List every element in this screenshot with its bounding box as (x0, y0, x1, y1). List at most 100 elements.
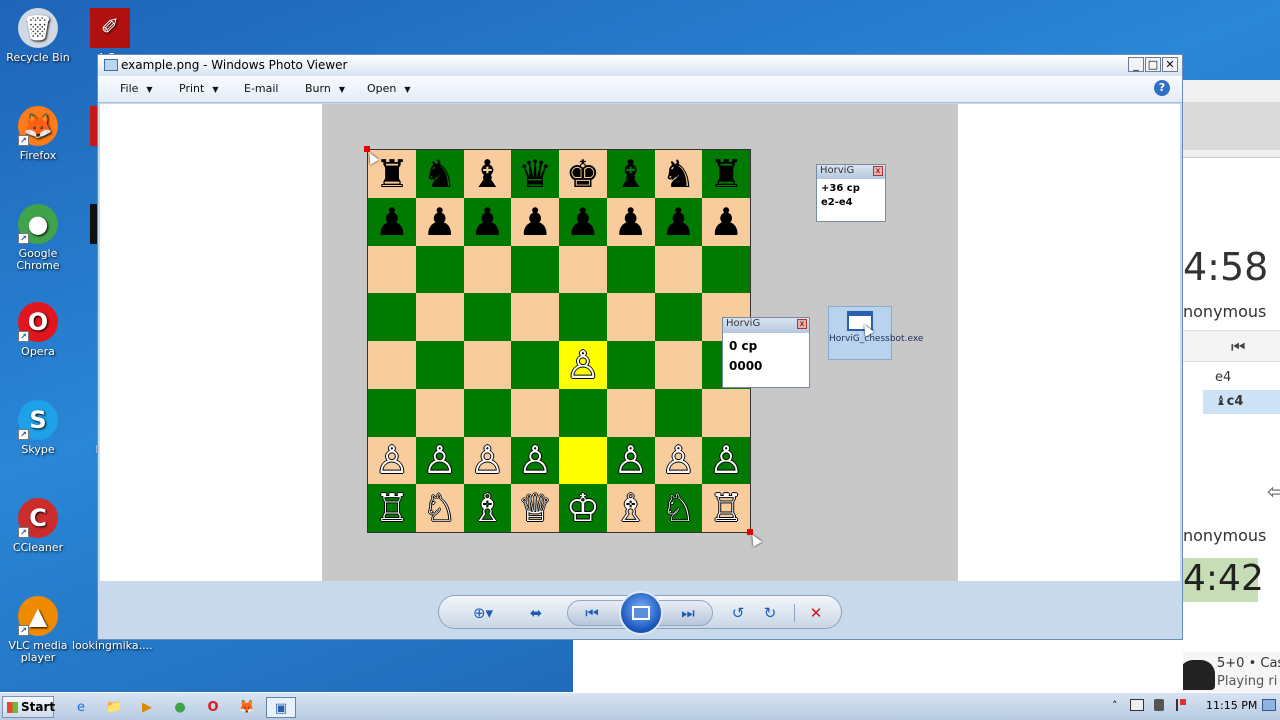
menu-open-label: Open (367, 82, 397, 95)
selection-handle-top-left[interactable] (364, 146, 370, 152)
previous-icon[interactable]: ⏮ (580, 603, 604, 623)
volume-icon[interactable] (1154, 699, 1164, 711)
chess-piece-icon: ♞ (422, 151, 457, 196)
help-icon[interactable]: ? (1154, 80, 1170, 96)
popup-close-button[interactable]: x (797, 319, 807, 329)
desktop-icon[interactable]: C ↗ CCleaner (0, 498, 76, 554)
eval-score: 0 cp (729, 339, 758, 353)
chess-piece-icon: ♜ (374, 151, 409, 196)
square-a2: ♙ (368, 436, 416, 485)
move-list-item-selected[interactable]: ♝c4 (1203, 390, 1280, 414)
desktop-app-icon: 🦊 ↗ (18, 106, 58, 146)
chess-piece-icon: ♘ (422, 486, 457, 531)
square-h1: ♖ (702, 484, 750, 532)
menu-print[interactable]: Print ▼ (179, 82, 218, 95)
clock-time[interactable]: 11:15 PM (1206, 699, 1257, 712)
square-h2: ♙ (702, 436, 750, 485)
square-f1: ♗ (606, 484, 655, 532)
chess-piece-icon: ♙ (613, 438, 648, 483)
square-c6 (463, 245, 512, 294)
chess-piece-icon: ♜ (709, 151, 744, 196)
taskbar-chrome-icon[interactable]: ● (165, 697, 195, 718)
move-list-item[interactable]: e4 (1203, 366, 1280, 390)
desktop-icon[interactable]: S ↗ Skype (0, 400, 76, 456)
actual-size-icon[interactable]: ⬌ (523, 603, 549, 623)
taskbar-explorer-icon[interactable]: 📁 (99, 697, 129, 718)
taskbar-firefox-icon[interactable]: 🦊 (232, 697, 262, 718)
desktop-app-icon: ● ↗ (18, 204, 58, 244)
title-bar[interactable]: example.png - Windows Photo Viewer _ □ ✕ (98, 55, 1182, 76)
desktop-icon[interactable]: ▲ ↗ VLC media player (0, 596, 76, 664)
menu-burn[interactable]: Burn ▼ (305, 82, 345, 95)
chess-piece-icon: ♙ (565, 342, 600, 387)
desktop-app-icon: O ↗ (18, 302, 58, 342)
taskbar-media-player-icon[interactable]: ▶ (132, 697, 162, 718)
shortcut-arrow-icon: ↗ (18, 527, 29, 538)
chess-board: ♜ ♞ ♝ ♛ ♚ ♝ ♞ ♜ ♟ ♟ ♟ ♟ ♟ ♟ ♟ ♟ ♙ ♙ ♙ ♙ ♙ ♙ ♙ ♙ ♖ ♘ ♗ ♕ ♔ ♗ ♘ ♖ (367, 149, 751, 533)
photo-viewer-window[interactable]: example.png - Windows Photo Viewer _ □ ✕… (97, 54, 1183, 640)
pawn-logo-icon (1183, 660, 1215, 690)
app-glyph: S (29, 406, 47, 434)
action-center-flag-icon[interactable] (1176, 699, 1186, 711)
square-h7: ♟ (702, 197, 750, 246)
square-a3 (368, 388, 416, 437)
popup-close-button[interactable]: x (873, 166, 883, 176)
chess-piece-icon: ♝ (470, 151, 505, 196)
menu-email[interactable]: E-mail (244, 82, 279, 95)
move-nav-bar[interactable]: ⏮ (1183, 330, 1280, 362)
desktop-icon[interactable]: 🦊 ↗ Firefox (0, 106, 76, 162)
desktop-icon[interactable]: O ↗ Opera (0, 302, 76, 358)
taskbar-opera-icon[interactable]: O (198, 697, 228, 718)
square-b7: ♟ (415, 197, 464, 246)
promo-subtitle: Playing ri (1217, 674, 1278, 689)
rotate-clockwise-icon[interactable]: ↻ (759, 603, 781, 623)
desktop-app-icon: ▲ ↗ (18, 596, 58, 636)
rotate-counterclockwise-icon[interactable]: ↺ (727, 603, 749, 623)
start-button[interactable]: Start (2, 696, 55, 718)
desktop-icon[interactable]: 🗑 Recycle Bin (0, 8, 76, 64)
square-d6 (511, 245, 559, 294)
square-g4 (654, 341, 703, 389)
taskbar-photo-viewer-icon[interactable]: ▣ (266, 697, 296, 718)
desktop-icon-label: VLC media player (8, 639, 68, 664)
back-arrow-icon[interactable]: ⇦ (1267, 480, 1280, 505)
first-move-icon[interactable]: ⏮ (1231, 337, 1245, 357)
popup-title-bar[interactable]: HorviG x (817, 165, 885, 179)
square-g1: ♘ (654, 484, 703, 532)
horvig-eval-popup[interactable]: HorviG x +36 cp e2-e4 (816, 164, 886, 222)
square-f6 (606, 245, 655, 294)
square-b3 (415, 388, 464, 437)
show-desktop-button[interactable] (1262, 699, 1276, 711)
close-button[interactable]: ✕ (1162, 57, 1178, 72)
exe-label: HorviG_chessbot.exe (829, 334, 924, 344)
chess-piece-icon: ♕ (518, 486, 553, 531)
square-a1: ♖ (368, 484, 416, 532)
shortcut-arrow-icon: ↗ (18, 233, 29, 244)
square-d7: ♟ (511, 197, 559, 246)
minimize-button[interactable]: _ (1128, 57, 1144, 72)
delete-icon[interactable]: ✕ (805, 603, 827, 623)
best-move: 0000 (729, 359, 763, 373)
popup-title: HorviG (726, 318, 761, 329)
network-icon[interactable] (1130, 699, 1144, 711)
desktop-icon[interactable]: ● ↗ Google Chrome (0, 204, 76, 272)
horvig-eval-popup-2[interactable]: HorviG x 0 cp 0000 (722, 317, 810, 388)
windows-logo-icon (7, 702, 18, 713)
taskbar-ie-icon[interactable]: e (66, 697, 96, 718)
chess-piece-icon: ♖ (709, 486, 744, 531)
zoom-icon[interactable]: ⊕▾ (465, 603, 501, 623)
slideshow-button[interactable] (619, 591, 663, 635)
shortcut-arrow-icon: ↗ (18, 135, 29, 146)
opponent-name: nonymous (1183, 302, 1267, 321)
chess-piece-icon: ♟ (374, 199, 409, 244)
show-hidden-icons[interactable]: ˄ (1112, 699, 1118, 712)
menu-file[interactable]: File ▼ (120, 82, 153, 95)
horvig-chessbot-exe-icon[interactable]: HorviG_chessbot.exe (828, 306, 923, 360)
game-promo[interactable]: 5+0 • Casu Playing ri (1183, 652, 1280, 692)
menu-open[interactable]: Open ▼ (367, 82, 411, 95)
popup-title-bar[interactable]: HorviG x (723, 318, 809, 333)
maximize-button[interactable]: □ (1145, 57, 1161, 72)
next-icon[interactable]: ⏭ (676, 603, 700, 623)
app-glyph: ▲ (28, 602, 48, 630)
viewer-controls: ⊕▾ ⬌ ⏮ ⏭ ↺ ↻ ✕ (438, 591, 842, 635)
